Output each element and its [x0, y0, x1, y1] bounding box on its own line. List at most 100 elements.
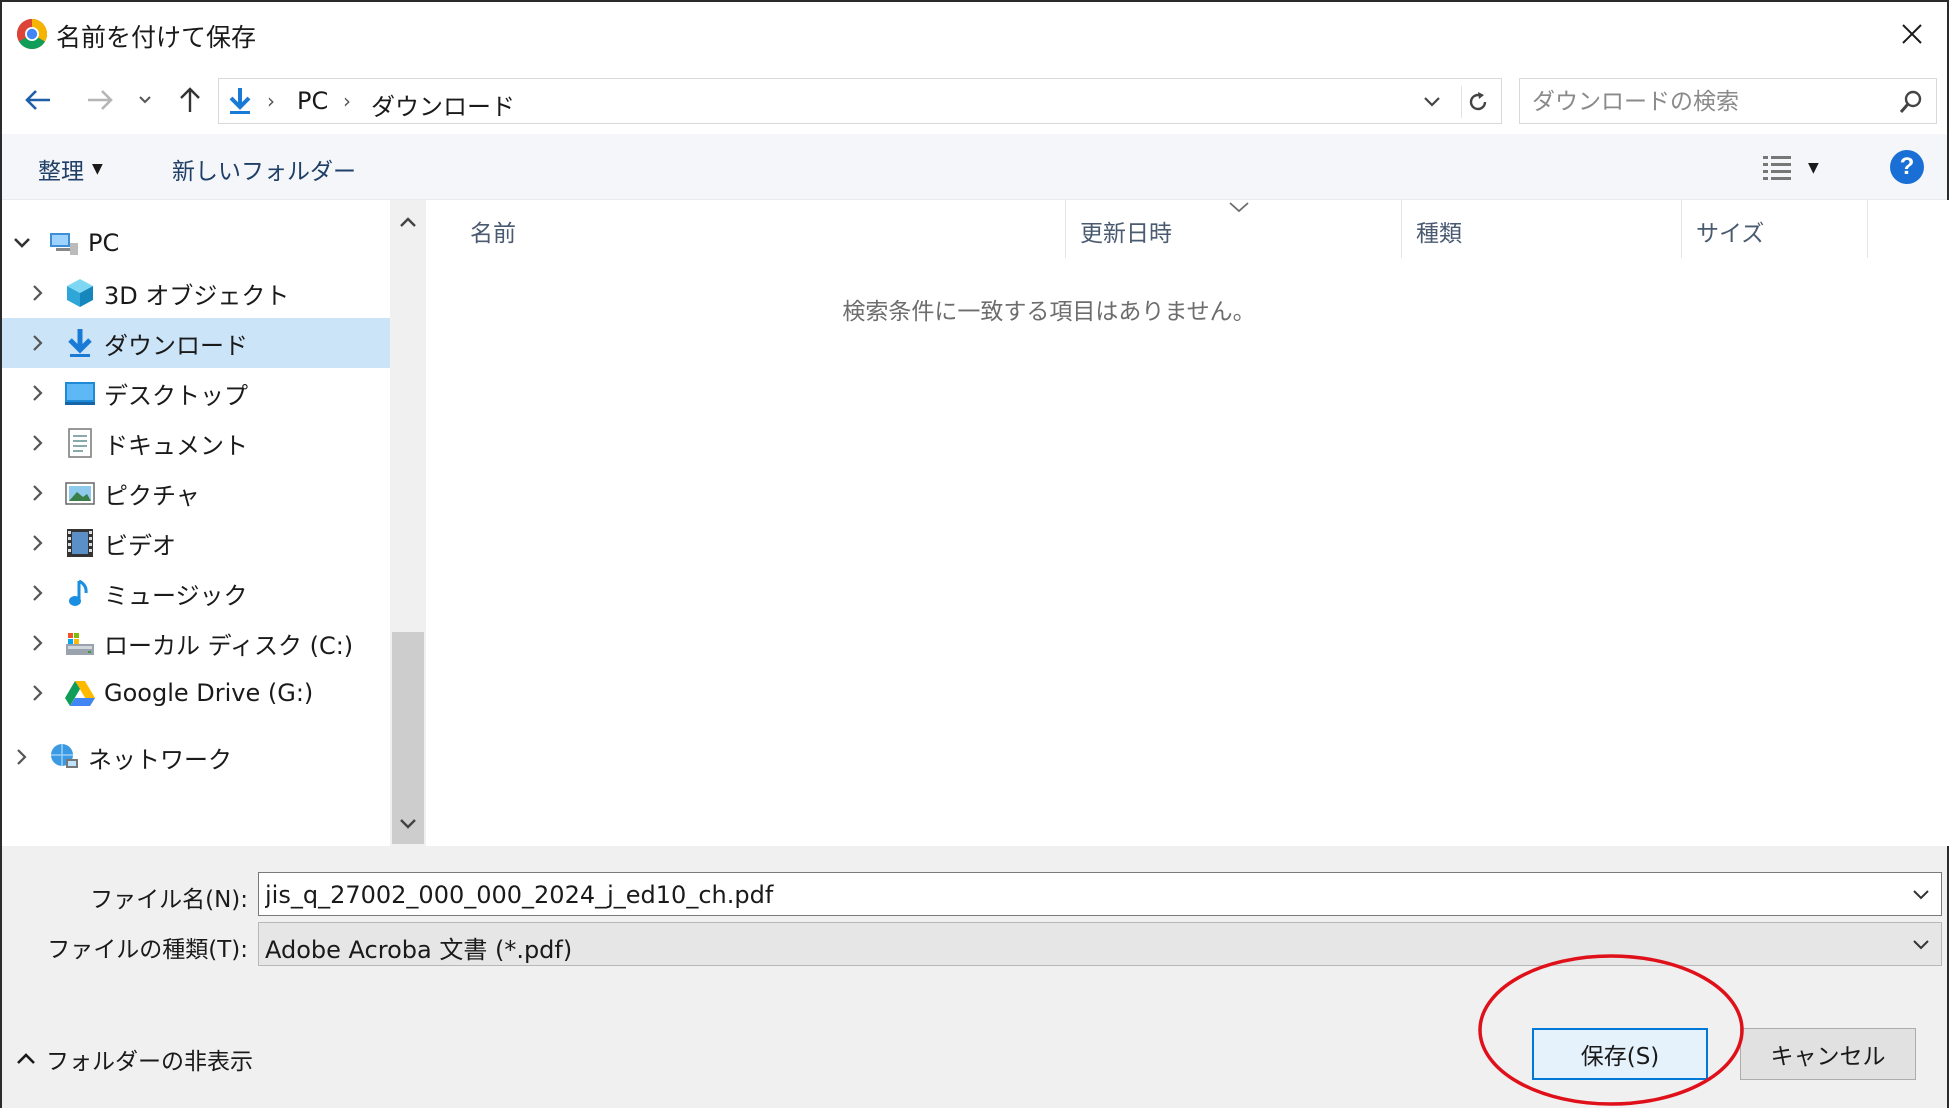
tree-item-label: ドキュメント: [104, 431, 248, 460]
chevron-down-icon: [1424, 97, 1440, 107]
chevron-up-icon: [17, 1053, 35, 1064]
expanded-chevron-icon[interactable]: [12, 233, 32, 253]
download-icon: [229, 88, 251, 114]
address-history-dropdown[interactable]: [1417, 87, 1447, 117]
tree-item-label: ミュージック: [104, 581, 248, 610]
chevron-down-icon: [139, 96, 151, 104]
scroll-up-button[interactable]: [390, 204, 426, 240]
3d-objects-icon: [67, 279, 93, 307]
chevron-right-icon[interactable]: [28, 383, 48, 403]
chrome-icon: [16, 18, 48, 50]
chevron-right-icon[interactable]: [28, 283, 48, 303]
search-input[interactable]: [1532, 87, 1872, 117]
breadcrumb-downloads[interactable]: ダウンロード: [371, 87, 515, 122]
save-button[interactable]: 保存(S): [1532, 1028, 1708, 1080]
tree-item-label: デスクトップ: [104, 381, 248, 410]
tree-item-videos[interactable]: ビデオ: [2, 518, 390, 568]
tree-item-documents[interactable]: ドキュメント: [2, 418, 390, 468]
tree-item-label: ビデオ: [104, 531, 176, 560]
tree-item-downloads[interactable]: ダウンロード: [2, 318, 390, 368]
help-button[interactable]: ?: [1890, 150, 1924, 184]
chevron-right-icon[interactable]: [28, 333, 48, 353]
address-bar[interactable]: › PC › ダウンロード: [218, 78, 1502, 124]
chevron-right-icon[interactable]: [28, 483, 48, 503]
close-button[interactable]: [1877, 2, 1947, 66]
navigation-bar: › PC › ダウンロード: [2, 66, 1947, 132]
tree-item-desktop[interactable]: デスクトップ: [2, 368, 390, 418]
caret-down-icon: ▼: [1808, 160, 1819, 176]
new-folder-button[interactable]: 新しいフォルダー: [172, 152, 356, 186]
forward-button[interactable]: [80, 80, 120, 120]
close-icon: [1902, 24, 1922, 44]
up-arrow-icon: [180, 87, 200, 112]
column-header-size[interactable]: サイズ: [1682, 200, 1868, 258]
help-icon: ?: [1899, 153, 1915, 180]
caret-down-icon: ▼: [92, 161, 103, 177]
filename-input[interactable]: [265, 879, 1865, 911]
chevron-down-icon: [400, 819, 416, 829]
scroll-down-button[interactable]: [390, 806, 426, 842]
details-view-icon: [1763, 156, 1791, 180]
title-bar: 名前を付けて保存: [2, 2, 1947, 66]
breadcrumb-separator-icon: ›: [343, 89, 351, 113]
chevron-right-icon[interactable]: [28, 583, 48, 603]
tree-item-music[interactable]: ミュージック: [2, 568, 390, 618]
empty-folder-message: 検索条件に一致する項目はありません。: [842, 299, 1256, 325]
refresh-icon: [1469, 92, 1486, 111]
filename-label: ファイル名(N):: [90, 887, 248, 913]
back-button[interactable]: [18, 80, 58, 120]
download-icon: [68, 329, 92, 357]
filetype-dropdown[interactable]: [1907, 931, 1935, 959]
tree-item-3d-objects[interactable]: 3D オブジェクト: [2, 268, 390, 318]
refresh-button[interactable]: [1461, 86, 1493, 118]
column-header-date-modified[interactable]: 更新日時: [1066, 200, 1402, 258]
organize-button[interactable]: 整理 ▼: [38, 152, 103, 186]
tree-item-network[interactable]: ネットワーク: [2, 732, 390, 782]
column-header-type[interactable]: 種類: [1402, 200, 1682, 258]
chevron-down-icon: [1913, 890, 1929, 900]
tree-item-google-drive[interactable]: Google Drive (G:): [2, 668, 390, 718]
navigation-pane: PC 3D オブジェクト ダウンロード デスクトップ ドキュメント ピクチャ ビ…: [2, 200, 426, 846]
tree-item-local-disk-c[interactable]: ローカル ディスク (C:): [2, 618, 390, 668]
search-icon: [1899, 90, 1922, 113]
hide-folders-label: フォルダーの非表示: [46, 1049, 253, 1075]
organize-label: 整理: [38, 159, 84, 185]
tree-item-pc[interactable]: PC: [2, 218, 390, 268]
back-arrow-icon: [25, 90, 50, 110]
column-header-label: 更新日時: [1080, 221, 1172, 247]
navigation-pane-scrollbar[interactable]: [390, 200, 426, 846]
desktop-icon: [65, 382, 95, 405]
scroll-track[interactable]: [390, 240, 426, 844]
tree-item-pictures[interactable]: ピクチャ: [2, 468, 390, 518]
tree-item-label: ダウンロード: [104, 331, 248, 360]
tree-item-label: 3D オブジェクト: [104, 281, 290, 310]
chevron-right-icon[interactable]: [28, 533, 48, 553]
recent-locations-button[interactable]: [130, 80, 160, 120]
file-list-pane: 名前 更新日時 種類 サイズ 検索条件に一致する項目はありません。: [428, 200, 1949, 846]
search-box[interactable]: [1519, 78, 1937, 124]
filetype-select[interactable]: Adobe Acroba 文書 (*.pdf): [258, 922, 1942, 966]
chevron-right-icon[interactable]: [12, 747, 32, 767]
chevron-right-icon[interactable]: [28, 433, 48, 453]
change-view-button[interactable]: ▼: [1762, 148, 1842, 188]
new-folder-label: 新しいフォルダー: [172, 159, 356, 185]
breadcrumb-separator-icon: ›: [267, 89, 275, 113]
documents-icon: [68, 428, 92, 458]
breadcrumb-pc[interactable]: PC: [297, 87, 328, 115]
chevron-down-icon: [1913, 940, 1929, 950]
cancel-button[interactable]: キャンセル: [1740, 1028, 1916, 1080]
hide-folders-toggle[interactable]: フォルダーの非表示: [16, 1042, 253, 1076]
videos-icon: [67, 529, 93, 557]
up-button[interactable]: [170, 80, 210, 120]
window-title: 名前を付けて保存: [56, 23, 257, 52]
tree-item-label: ネットワーク: [88, 745, 232, 774]
pictures-icon: [65, 482, 95, 505]
column-header-name[interactable]: 名前: [428, 200, 1066, 258]
filename-combobox[interactable]: [258, 872, 1942, 916]
chevron-right-icon[interactable]: [28, 683, 48, 703]
filename-history-dropdown[interactable]: [1907, 881, 1935, 909]
chevron-up-icon: [400, 217, 416, 227]
chevron-right-icon[interactable]: [28, 633, 48, 653]
command-bar: 整理 ▼ 新しいフォルダー ▼ ?: [2, 134, 1947, 200]
save-options-panel: ファイル名(N): ファイルの種類(T): Adobe Acroba 文書 (*…: [2, 846, 1947, 1108]
